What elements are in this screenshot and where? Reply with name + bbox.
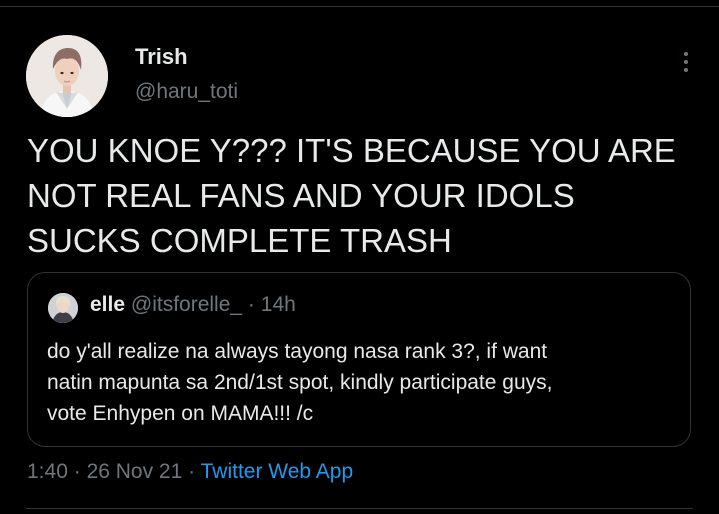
meta-separator: · xyxy=(73,460,81,483)
meta-separator: · xyxy=(188,460,196,483)
tweet-text-line: NOT REAL FANS AND YOUR IDOLS xyxy=(27,177,575,214)
quoted-separator: · xyxy=(247,293,255,316)
author-avatar[interactable] xyxy=(26,35,108,117)
bottom-divider xyxy=(26,508,693,509)
author-name[interactable]: Trish xyxy=(135,44,188,70)
more-vertical-icon-dot xyxy=(684,60,688,64)
more-vertical-icon-dot xyxy=(684,68,688,72)
quoted-text-line: natin mapunta sa 2nd/1st spot, kindly pa… xyxy=(47,371,553,394)
tweet-metadata: 1:40 · 26 Nov 21 · Twitter Web App xyxy=(27,460,353,484)
more-vertical-icon xyxy=(684,52,688,56)
tweet-text: YOU KNOE Y??? IT'S BECAUSE YOU ARE NOT R… xyxy=(27,128,707,263)
avatar-portrait-icon xyxy=(26,35,108,117)
quoted-author-handle[interactable]: @itsforelle_ xyxy=(131,293,242,316)
tweet-date[interactable]: 26 Nov 21 xyxy=(87,460,183,483)
quoted-author-avatar[interactable] xyxy=(48,293,78,323)
quoted-author-name[interactable]: elle xyxy=(90,293,125,316)
quoted-text-line: do y'all realize na always tayong nasa r… xyxy=(47,340,548,363)
quoted-tweet-age[interactable]: 14h xyxy=(261,293,296,316)
quoted-tweet-card[interactable]: elle @itsforelle_ · 14h do y'all realize… xyxy=(27,272,691,447)
tweet-time[interactable]: 1:40 xyxy=(27,460,68,483)
quoted-text-line: vote Enhypen on MAMA!!! /c xyxy=(47,402,314,425)
top-divider xyxy=(0,6,719,7)
quoted-tweet-header: elle @itsforelle_ · 14h xyxy=(90,293,296,317)
author-handle[interactable]: @haru_toti xyxy=(135,80,238,104)
quoted-avatar-icon xyxy=(48,293,78,323)
tweet-text-line: YOU KNOE Y??? IT'S BECAUSE YOU ARE xyxy=(27,132,676,169)
tweet-text-line: SUCKS COMPLETE TRASH xyxy=(27,222,452,259)
more-options-button[interactable] xyxy=(676,48,696,76)
tweet-source-link[interactable]: Twitter Web App xyxy=(201,460,354,483)
quoted-tweet-text: do y'all realize na always tayong nasa r… xyxy=(47,336,677,429)
